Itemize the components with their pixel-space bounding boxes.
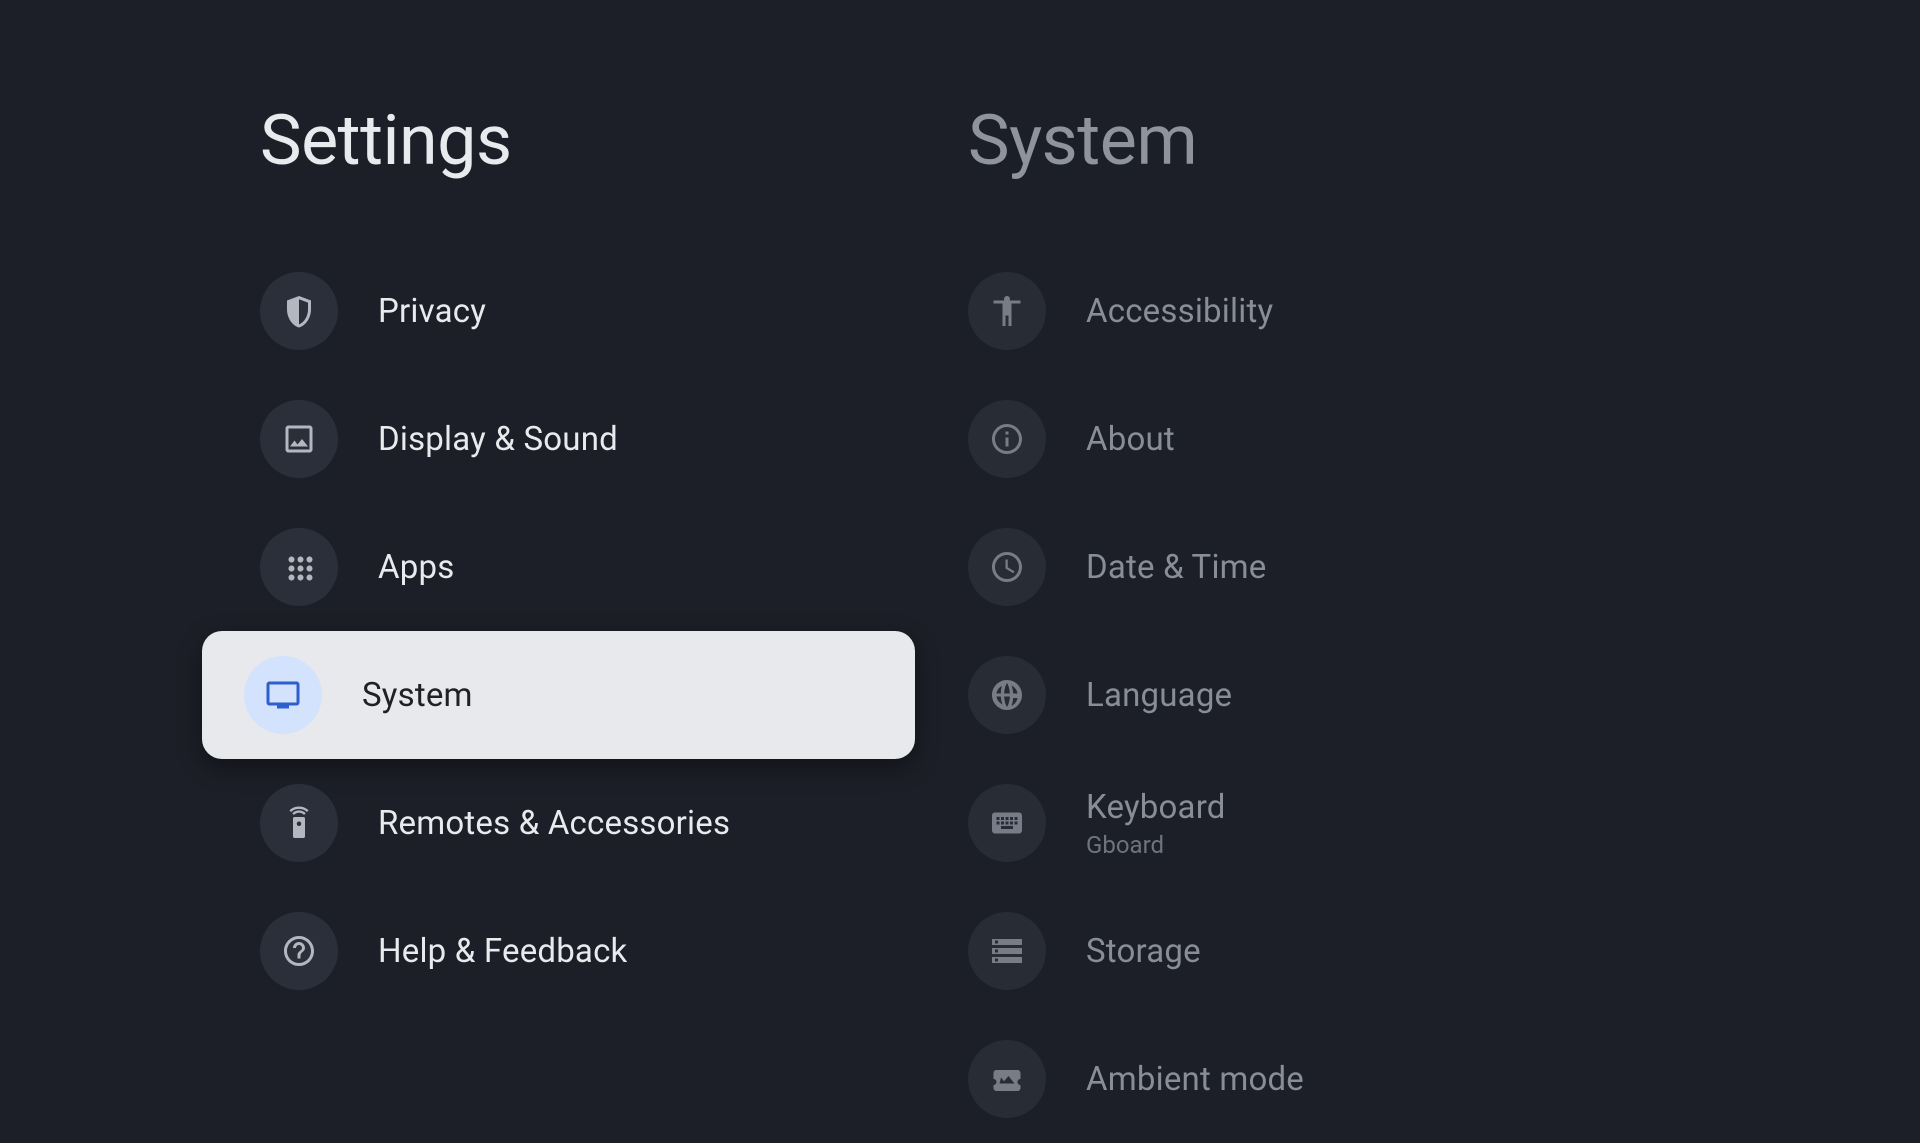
help-icon (260, 912, 338, 990)
clock-icon (968, 528, 1046, 606)
menu-item-ambient[interactable]: Ambient mode (968, 1015, 1920, 1143)
menu-item-apps[interactable]: Apps (260, 503, 960, 631)
menu-label: Storage (1086, 932, 1201, 971)
menu-item-accessibility[interactable]: Accessibility (968, 247, 1920, 375)
menu-label: Remotes & Accessories (378, 804, 730, 843)
menu-label: System (362, 676, 473, 715)
shield-icon (260, 272, 338, 350)
menu-label: Ambient mode (1086, 1060, 1304, 1099)
ambient-icon (968, 1040, 1046, 1118)
menu-label: About (1086, 420, 1175, 459)
menu-item-remotes[interactable]: Remotes & Accessories (260, 759, 960, 887)
menu-label: Language (1086, 676, 1232, 715)
system-menu-list: Accessibility About Date & Time Language (968, 247, 1920, 1143)
image-icon (260, 400, 338, 478)
menu-item-language[interactable]: Language (968, 631, 1920, 759)
system-title: System (968, 100, 1920, 182)
menu-item-keyboard[interactable]: Keyboard Gboard (968, 759, 1920, 887)
menu-item-about[interactable]: About (968, 375, 1920, 503)
menu-label: Keyboard (1086, 788, 1226, 827)
menu-label: Accessibility (1086, 292, 1273, 331)
menu-item-privacy[interactable]: Privacy (260, 247, 960, 375)
keyboard-icon (968, 784, 1046, 862)
remote-icon (260, 784, 338, 862)
storage-icon (968, 912, 1046, 990)
menu-item-datetime[interactable]: Date & Time (968, 503, 1920, 631)
menu-label: Display & Sound (378, 420, 618, 459)
tv-icon (244, 656, 322, 734)
menu-label: Privacy (378, 292, 486, 331)
grid-icon (260, 528, 338, 606)
settings-menu-list: Privacy Display & Sound Apps System (260, 247, 960, 1015)
menu-item-storage[interactable]: Storage (968, 887, 1920, 1015)
menu-label: Help & Feedback (378, 932, 628, 971)
accessibility-icon (968, 272, 1046, 350)
settings-title: Settings (260, 100, 960, 182)
menu-sublabel: Gboard (1086, 831, 1226, 859)
info-icon (968, 400, 1046, 478)
menu-item-system[interactable]: System (202, 631, 915, 759)
menu-item-display-sound[interactable]: Display & Sound (260, 375, 960, 503)
globe-icon (968, 656, 1046, 734)
menu-item-help[interactable]: Help & Feedback (260, 887, 960, 1015)
system-panel: System Accessibility About Date & Time L… (960, 0, 1920, 1080)
settings-panel: Settings Privacy Display & Sound Apps Sy… (0, 0, 960, 1080)
menu-label: Date & Time (1086, 548, 1267, 587)
menu-label: Apps (378, 548, 454, 587)
